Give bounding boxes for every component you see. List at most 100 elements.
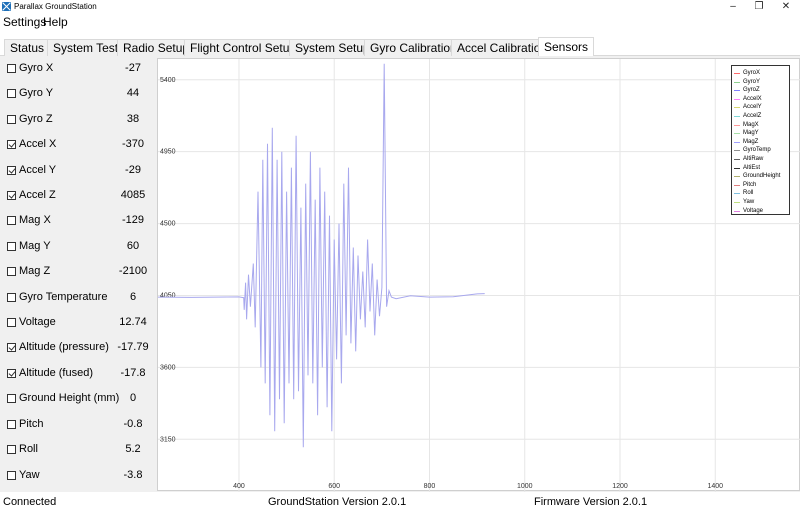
legend-swatch <box>734 81 740 83</box>
sensor-label: Accel Z <box>19 189 56 201</box>
sensor-row-pitch[interactable]: Pitch -0.8 <box>0 417 155 433</box>
sensor-checkbox[interactable] <box>7 115 16 124</box>
sensor-value: 12.74 <box>119 316 147 328</box>
sensor-row-yaw[interactable]: Yaw -3.8 <box>0 468 155 484</box>
sensor-row-ground-height[interactable]: Ground Height (mm) 0 <box>0 391 155 407</box>
status-bar: Connected GroundStation Version 2.0.1 Fi… <box>0 495 800 510</box>
sensor-checkbox[interactable] <box>7 267 16 276</box>
sensor-label: Voltage <box>19 316 56 328</box>
sensor-checkbox[interactable] <box>7 140 16 149</box>
sensor-row-mag-z[interactable]: Mag Z -2100 <box>0 264 155 280</box>
sensor-row-gyro-y[interactable]: Gyro Y 44 <box>0 86 155 102</box>
sensor-row-altitude-fused[interactable]: Altitude (fused) -17.8 <box>0 366 155 382</box>
sensor-checkbox[interactable] <box>7 216 16 225</box>
sensor-checkbox[interactable] <box>7 166 16 175</box>
legend-swatch <box>734 167 740 169</box>
sensor-label: Gyro X <box>19 62 54 74</box>
sensor-value: -370 <box>121 138 145 150</box>
y-tick-label: 4050 <box>160 292 176 299</box>
legend-swatch <box>734 193 740 195</box>
sensor-label: Altitude (pressure) <box>19 341 109 353</box>
sensor-checkbox[interactable] <box>7 242 16 251</box>
menu-help[interactable]: Help <box>43 15 68 29</box>
maximize-button[interactable]: ❐ <box>746 0 772 14</box>
sensor-value: -17.8 <box>120 367 146 379</box>
firmware-version: Firmware Version 2.0.1 <box>534 496 648 508</box>
menu-bar: Settings Help <box>0 14 800 31</box>
series-line <box>158 63 485 448</box>
tab-sensors[interactable]: Sensors <box>538 37 595 56</box>
sensor-row-accel-y[interactable]: Accel Y -29 <box>0 163 155 179</box>
app-window: Parallax GroundStation – ❐ ✕ Settings He… <box>0 0 800 510</box>
sensor-checkbox[interactable] <box>7 318 16 327</box>
sensor-checkbox[interactable] <box>7 89 16 98</box>
sensor-row-altitude-pressure[interactable]: Altitude (pressure) -17.79 <box>0 340 155 356</box>
sensor-checkbox[interactable] <box>7 394 16 403</box>
tab-status[interactable]: Status <box>4 39 51 56</box>
sensor-chart[interactable]: 400 600 800 1000 1200 1400 3150 3600 4050 4500 495… <box>157 58 800 492</box>
minimize-button[interactable]: – <box>720 0 746 14</box>
sensor-label: Mag Y <box>19 240 51 252</box>
window-title: Parallax GroundStation <box>14 2 97 11</box>
tab-system-setup[interactable]: System Setup <box>289 39 376 56</box>
y-tick-label: 4950 <box>160 149 176 156</box>
sensor-value: -2100 <box>118 265 148 277</box>
sensor-row-mag-y[interactable]: Mag Y 60 <box>0 239 155 255</box>
tab-gyro-calibration[interactable]: Gyro Calibration <box>364 39 463 56</box>
sensor-row-mag-x[interactable]: Mag X -129 <box>0 213 155 229</box>
legend-swatch <box>734 133 740 135</box>
app-logo-icon <box>2 2 11 11</box>
legend-swatch <box>734 202 740 203</box>
sensor-checkbox[interactable] <box>7 64 16 73</box>
sensor-checkbox[interactable] <box>7 420 16 429</box>
tab-bar: Status System Test Radio Setup Flight Co… <box>0 37 800 56</box>
sensor-chart-canvas: 400 600 800 1000 1200 1400 3150 3600 4050 4500 495… <box>158 59 800 492</box>
menu-settings[interactable]: Settings <box>3 15 46 29</box>
x-tick-label: 800 <box>424 483 436 490</box>
sensor-checkbox[interactable] <box>7 445 16 454</box>
sensor-value: -129 <box>121 214 145 226</box>
sensor-row-gyro-x[interactable]: Gyro X -27 <box>0 61 155 77</box>
legend-swatch <box>734 159 740 160</box>
sensor-label: Accel X <box>19 138 57 150</box>
sensor-checkbox[interactable] <box>7 471 16 480</box>
sensor-row-gyro-temperature[interactable]: Gyro Temperature 6 <box>0 290 155 306</box>
sensor-value: 5.2 <box>125 443 141 455</box>
groundstation-version: GroundStation Version 2.0.1 <box>268 496 407 508</box>
sensor-value: -0.8 <box>123 418 143 430</box>
sensor-value: 4085 <box>120 189 146 201</box>
legend-label: Voltage <box>743 207 764 214</box>
chart-legend: GyroX GyroY GyroZ AccelX AccelY AccelZ MagX Mag… <box>731 65 790 215</box>
sensor-label: Ground Height (mm) <box>19 392 120 404</box>
sensor-value: 60 <box>126 240 140 252</box>
sensor-row-roll[interactable]: Roll 5.2 <box>0 442 155 458</box>
legend-swatch <box>734 116 740 117</box>
sensor-row-voltage[interactable]: Voltage 12.74 <box>0 315 155 331</box>
sensor-row-accel-z[interactable]: Accel Z 4085 <box>0 188 155 204</box>
legend-swatch <box>734 98 740 100</box>
x-tick-label: 1000 <box>517 483 533 490</box>
legend-swatch <box>734 150 740 152</box>
sensor-label: Gyro Z <box>19 113 53 125</box>
sensor-checkbox[interactable] <box>7 343 16 352</box>
sensor-checkbox[interactable] <box>7 191 16 200</box>
sensor-checkbox[interactable] <box>7 293 16 302</box>
tab-system-test[interactable]: System Test <box>47 39 125 56</box>
legend-swatch <box>734 141 740 143</box>
sensor-checkbox[interactable] <box>7 369 16 378</box>
x-tick-label: 600 <box>328 483 340 490</box>
sensor-label: Yaw <box>19 469 40 481</box>
sensor-value: 44 <box>126 87 140 99</box>
legend-swatch <box>734 124 740 126</box>
tab-flight-control-setup[interactable]: Flight Control Setup <box>184 39 303 56</box>
sensor-row-accel-x[interactable]: Accel X -370 <box>0 137 155 153</box>
legend-swatch <box>734 90 740 92</box>
legend-swatch <box>734 73 740 74</box>
y-tick-label: 5400 <box>160 77 176 84</box>
sensor-value: -27 <box>125 62 141 74</box>
sensor-value: -3.8 <box>123 469 143 481</box>
title-bar: Parallax GroundStation – ❐ ✕ <box>0 0 800 14</box>
sensor-row-gyro-z[interactable]: Gyro Z 38 <box>0 112 155 128</box>
close-button[interactable]: ✕ <box>773 0 799 14</box>
sensor-label: Altitude (fused) <box>19 367 93 379</box>
